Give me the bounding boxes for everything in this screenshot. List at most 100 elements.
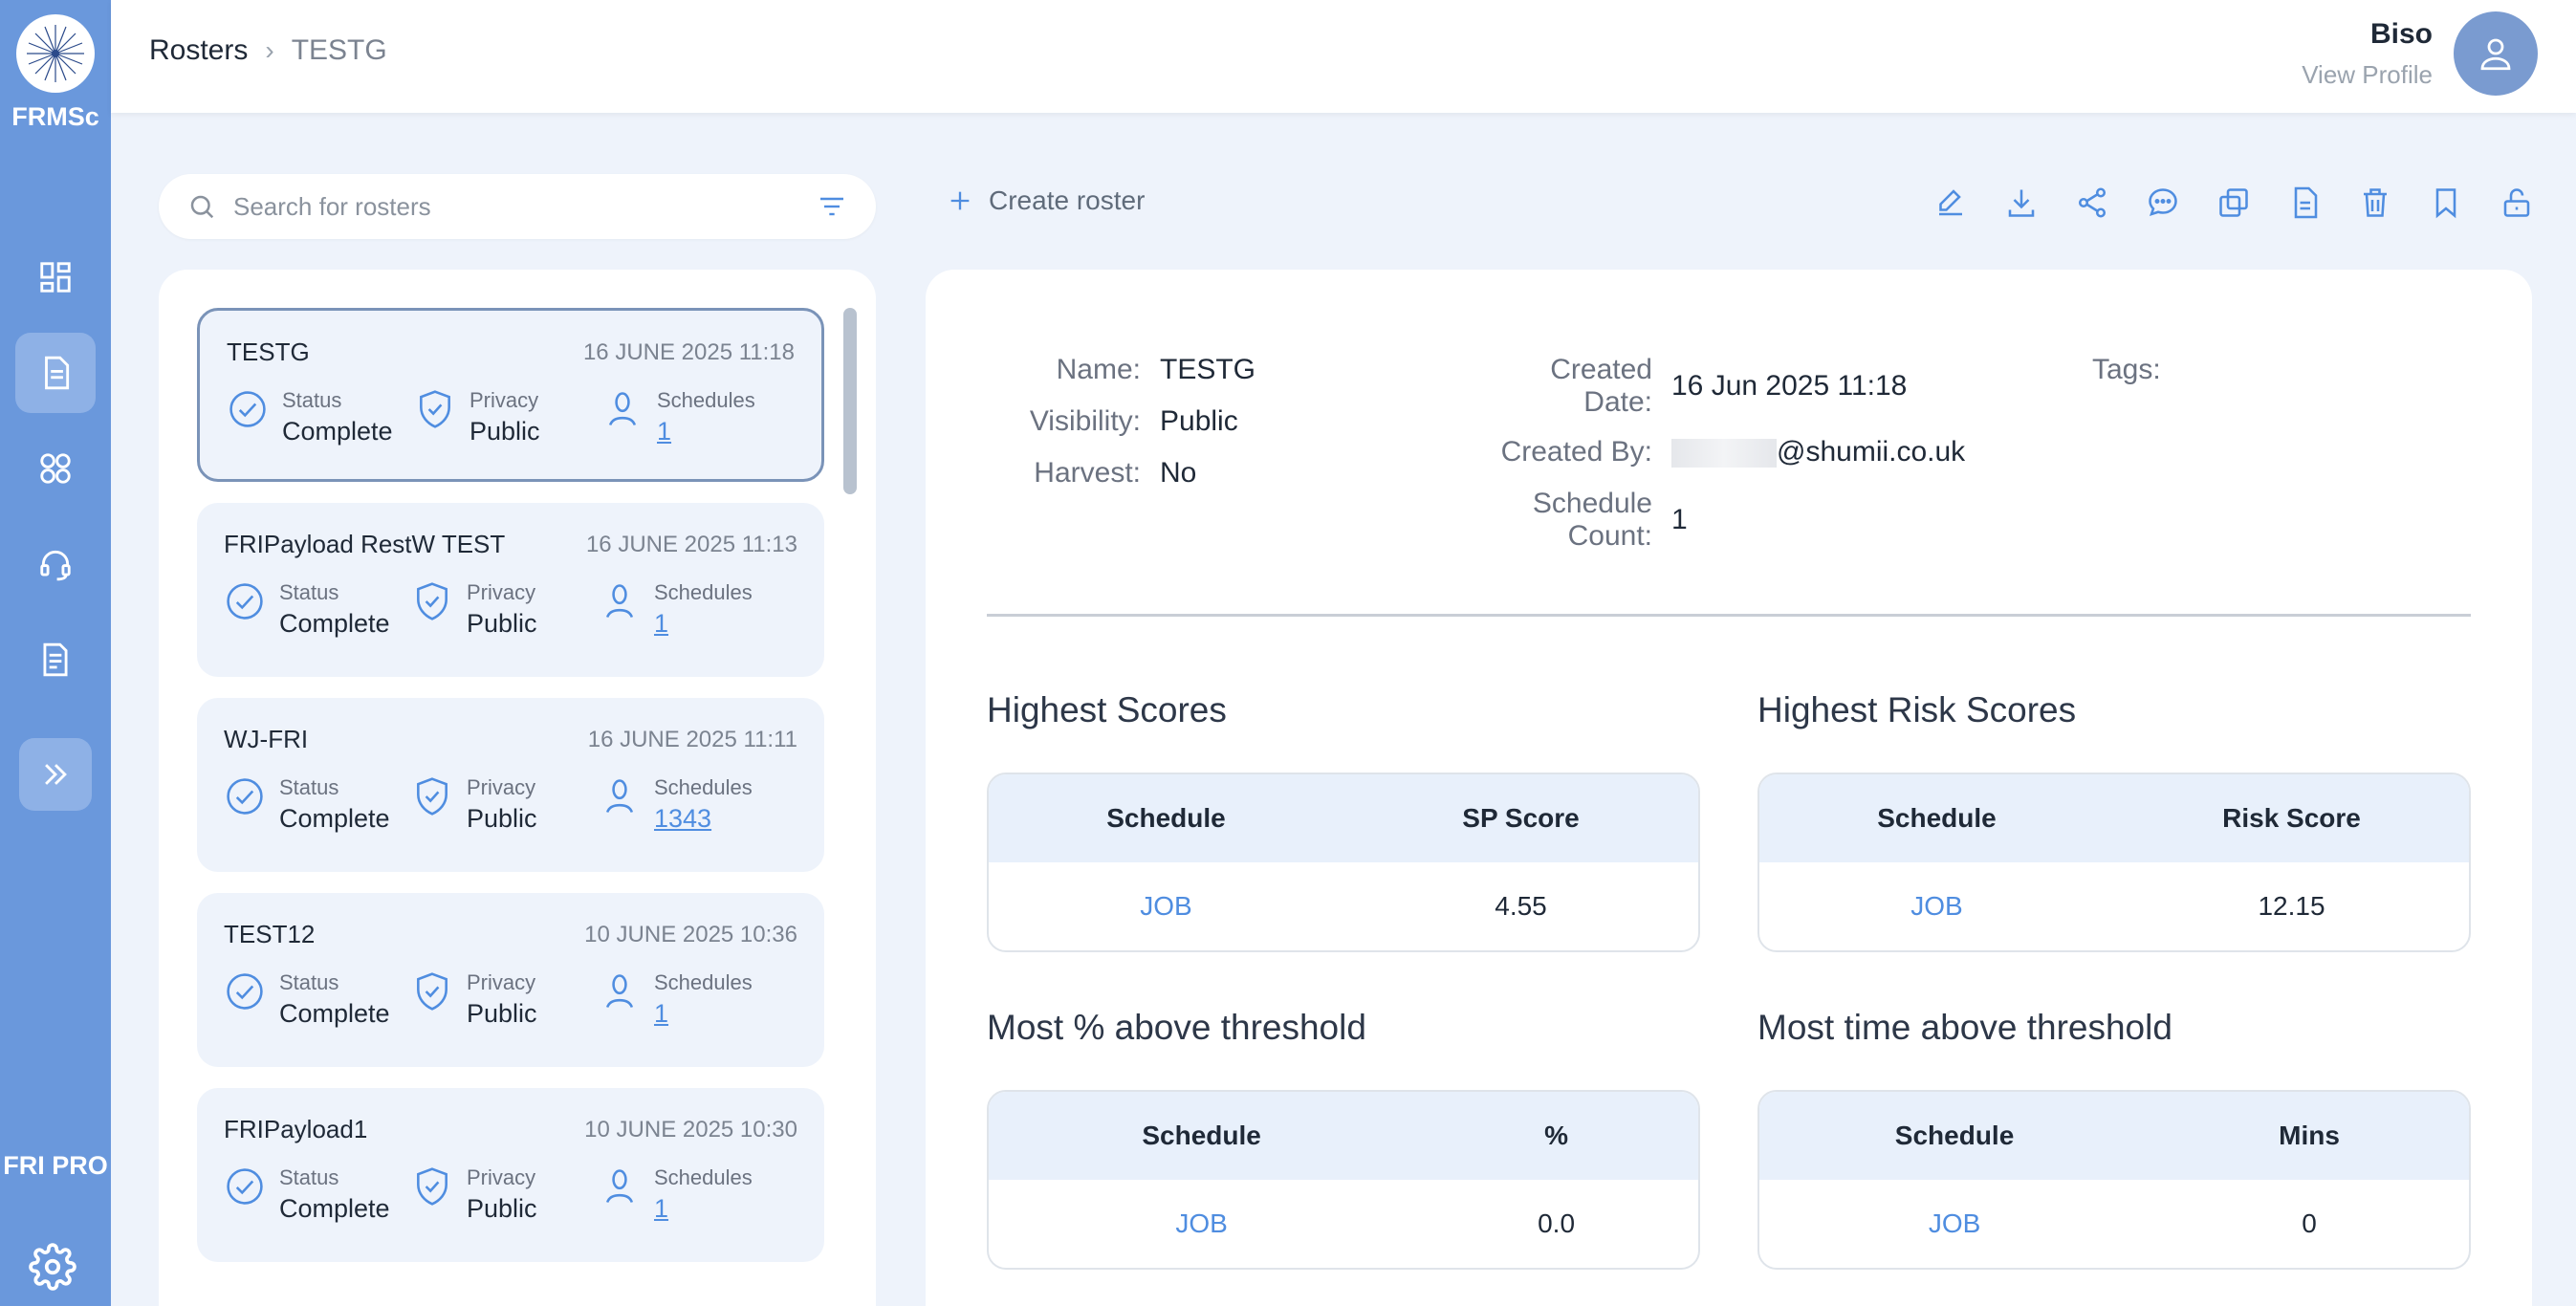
table-header: Schedule: [1877, 803, 1997, 833]
bookmark-button[interactable]: [2425, 182, 2467, 224]
settings-button[interactable]: [29, 1243, 76, 1295]
search-bar[interactable]: [159, 174, 876, 239]
person-icon: [605, 974, 634, 1009]
schedule-link[interactable]: JOB: [1759, 1208, 2150, 1239]
pencil-icon: [1939, 189, 1962, 216]
roster-card[interactable]: FRIPayload RestW TEST 16 JUNE 2025 11:13 …: [197, 503, 824, 677]
score-value: 12.15: [2258, 891, 2325, 921]
create-roster-label: Create roster: [989, 185, 1146, 215]
nav-rosters[interactable]: [15, 333, 96, 413]
avatar[interactable]: [2454, 11, 2538, 96]
privacy-label: Privacy: [469, 388, 539, 412]
comment-button[interactable]: [2142, 182, 2184, 224]
schedule-link[interactable]: JOB: [989, 1208, 1414, 1239]
top-bar: Rosters › TESTG Biso View Profile: [111, 0, 2576, 113]
unlock-icon: [2503, 188, 2530, 217]
view-profile-link[interactable]: View Profile: [2302, 60, 2433, 90]
nav-support[interactable]: [15, 524, 96, 604]
status-value: Complete: [279, 1194, 390, 1223]
download-button[interactable]: [2000, 182, 2042, 224]
status-label: Status: [282, 388, 342, 412]
comment-icon: [2149, 188, 2177, 216]
delete-button[interactable]: [2354, 182, 2396, 224]
roster-detail: Name: TESTG Visibility: Public Harvest: No …: [926, 270, 2532, 1306]
highest-scores-table: Schedule SP Score JOB 4.55: [987, 773, 1700, 952]
table-row: JOB 4.55: [989, 862, 1698, 950]
schedules-link[interactable]: 1: [654, 609, 753, 639]
duplicate-button[interactable]: [2213, 182, 2255, 224]
name-label: Name:: [1056, 354, 1141, 385]
roster-name: TESTG: [227, 337, 310, 366]
person-icon: [605, 584, 634, 619]
roster-card[interactable]: WJ-FRI 16 JUNE 2025 11:11 Status Complete …: [197, 698, 824, 872]
roster-name: FRIPayload RestW TEST: [224, 530, 506, 558]
schedules-link[interactable]: 1: [657, 417, 755, 446]
download-icon: [2008, 189, 2035, 217]
shield-check-icon: [417, 777, 448, 816]
most-pct-above-threshold-title: Most % above threshold: [987, 1008, 1366, 1047]
filter-icon[interactable]: [817, 191, 847, 222]
created-by-value: @shumii.co.uk: [1671, 436, 1965, 468]
roster-toolbar: [1930, 182, 2538, 224]
roster-card[interactable]: FRIPayload1 10 JUNE 2025 10:30 Status Comp…: [197, 1088, 824, 1262]
most-pct-above-threshold-table: Schedule% JOB 0.0: [987, 1090, 1700, 1270]
highest-risk-scores-table: Schedule Risk Score JOB 12.15: [1757, 773, 2471, 952]
roster-date: 10 JUNE 2025 10:36: [584, 921, 797, 947]
check-circle-icon: [227, 778, 263, 815]
visibility-value: Public: [1160, 405, 1238, 437]
plan-label: FRI PRO: [3, 1151, 108, 1180]
search-input[interactable]: [233, 191, 817, 222]
sidebar: FRMSc FRI PRO: [0, 0, 111, 1306]
visibility-label: Visibility:: [1029, 405, 1141, 437]
roster-name: FRIPayload1: [224, 1115, 368, 1143]
status-value: Complete: [279, 999, 390, 1028]
schedules-link[interactable]: 1: [654, 1194, 753, 1224]
schedules-link[interactable]: 1: [654, 999, 753, 1029]
report-button[interactable]: [2283, 182, 2325, 224]
nav-apps[interactable]: [15, 428, 96, 509]
check-circle-icon: [227, 1168, 263, 1205]
table-row: JOB 0: [1759, 1180, 2469, 1268]
harvest-value: No: [1160, 457, 1197, 489]
person-icon: [605, 779, 634, 814]
schedule-link[interactable]: JOB: [1759, 891, 2114, 922]
privacy-value: Public: [467, 804, 537, 833]
table-row: JOB 12.15: [1759, 862, 2469, 950]
profile[interactable]: Biso View Profile: [2302, 11, 2538, 96]
search-icon: [190, 195, 214, 219]
nav-dashboard[interactable]: [15, 237, 96, 317]
most-time-above-threshold-table: Schedule Mins JOB 0: [1757, 1090, 2471, 1270]
check-circle-icon: [227, 973, 263, 1010]
nav-reports[interactable]: [15, 620, 96, 700]
expand-sidebar-button[interactable]: [19, 738, 92, 811]
schedule-link[interactable]: JOB: [989, 891, 1343, 922]
roster-info: Name: TESTG Visibility: Public Harvest: No …: [926, 270, 2532, 614]
status-label: Status: [279, 970, 339, 994]
breadcrumb-rosters[interactable]: Rosters: [149, 34, 248, 67]
brand-logo[interactable]: [16, 14, 95, 93]
privacy-value: Public: [467, 1194, 537, 1223]
create-roster-button[interactable]: Create roster: [947, 185, 1145, 216]
most-time-above-threshold-title: Most time above threshold: [1757, 1008, 2172, 1047]
privacy-label: Privacy: [467, 1165, 536, 1189]
table-header: Schedule: [1142, 1121, 1261, 1150]
unlock-button[interactable]: [2496, 182, 2538, 224]
list-scrollbar[interactable]: [843, 308, 857, 494]
roster-card[interactable]: TEST12 10 JUNE 2025 10:36 Status Complete …: [197, 893, 824, 1067]
schedules-label: Schedules: [654, 775, 753, 799]
roster-card[interactable]: TESTG 16 JUNE 2025 11:18 Status Complete P…: [197, 308, 824, 482]
table-header: SP Score: [1462, 803, 1580, 833]
share-icon: [2078, 187, 2107, 218]
privacy-label: Privacy: [467, 970, 536, 994]
privacy-value: Public: [467, 999, 537, 1028]
roster-date: 16 JUNE 2025 11:11: [587, 726, 797, 752]
chevron-right-icon: ›: [265, 35, 274, 65]
edit-button[interactable]: [1930, 182, 1972, 224]
schedules-link[interactable]: 1343: [654, 804, 753, 834]
share-button[interactable]: [2071, 182, 2113, 224]
brand-name: FRMSc: [11, 102, 99, 131]
table-header: Schedule: [1894, 1121, 2015, 1150]
person-icon: [605, 1169, 634, 1204]
user-icon: [2480, 38, 2511, 71]
status-value: Complete: [279, 609, 390, 638]
